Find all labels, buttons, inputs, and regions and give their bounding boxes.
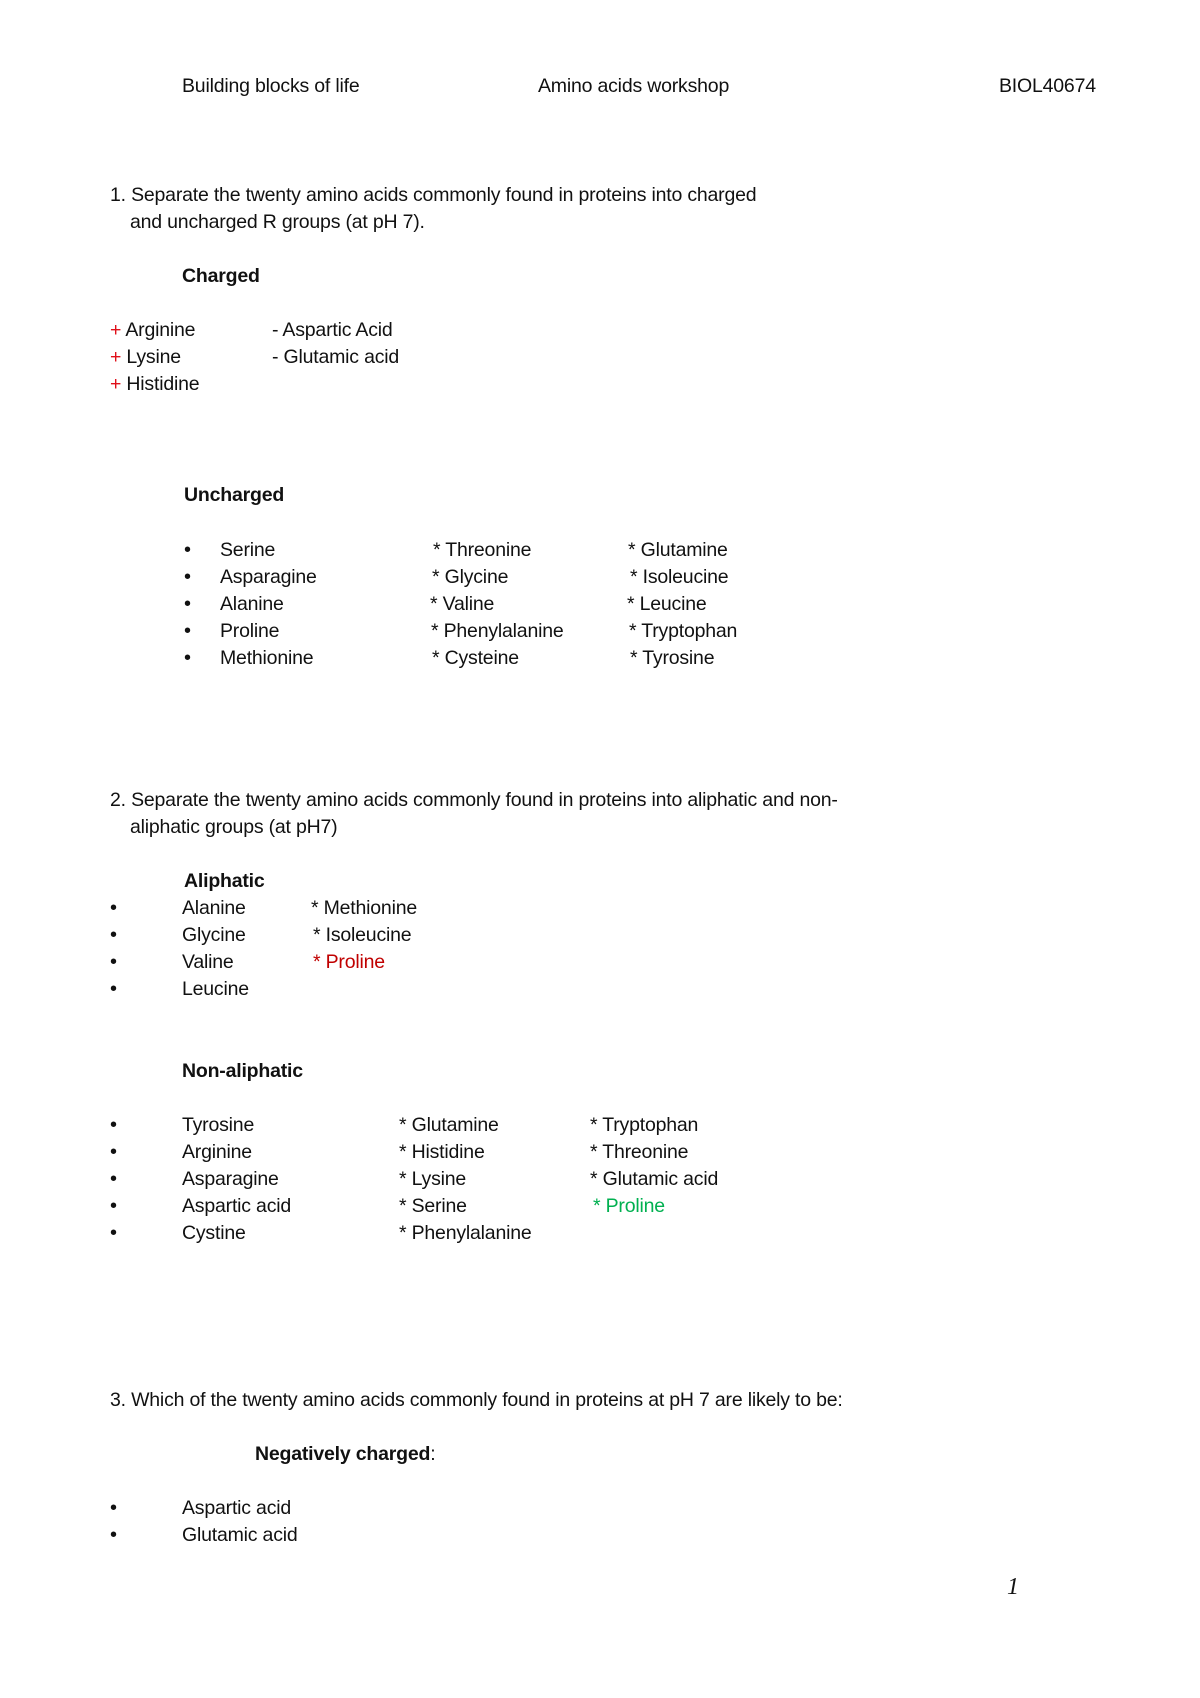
q1-prompt-line1: 1. Separate the twenty amino acids commo… (110, 184, 757, 206)
list-item: Glutamic acid (182, 1524, 298, 1546)
bullet-icon: • (110, 1222, 118, 1244)
list-item: Leucine (182, 978, 249, 1000)
header-center: Amino acids workshop (538, 75, 730, 97)
plus-icon: + (110, 346, 122, 368)
list-item-highlight: * Proline (593, 1195, 665, 1217)
list-item: Valine (182, 951, 234, 973)
bullet-icon: • (110, 924, 118, 946)
list-item: Serine (220, 539, 276, 561)
page-number: 1 (1007, 1574, 1019, 1600)
plus-icon: + (110, 319, 122, 341)
list-item: Asparagine (182, 1168, 279, 1190)
header-right: BIOL40674 (999, 75, 1096, 97)
list-item: * Tyrosine (630, 647, 715, 669)
bullet-icon: • (110, 1114, 118, 1136)
list-item: * Glutamic acid (590, 1168, 719, 1190)
list-item: Methionine (220, 647, 314, 669)
bullet-icon: • (184, 539, 192, 561)
negatively-charged-heading: Negatively charged: (255, 1443, 436, 1465)
uncharged-heading: Uncharged (184, 484, 285, 506)
bullet-icon: • (184, 566, 192, 588)
list-item: * Serine (399, 1195, 467, 1217)
bullet-icon: • (184, 647, 192, 669)
q3-prompt: 3. Which of the twenty amino acids commo… (110, 1389, 843, 1411)
list-item: * Leucine (627, 593, 707, 615)
bullet-icon: • (110, 1141, 118, 1163)
list-item: Proline (220, 620, 280, 642)
list-item: * Threonine (433, 539, 532, 561)
q1-prompt-line2: and uncharged R groups (at pH 7). (130, 211, 425, 233)
list-item: * Histidine (399, 1141, 485, 1163)
q2-prompt-line1: 2. Separate the twenty amino acids commo… (110, 789, 838, 811)
list-item: * Tryptophan (629, 620, 738, 642)
list-item: + Lysine (110, 346, 181, 368)
list-item: Cystine (182, 1222, 246, 1244)
list-item: Tyrosine (182, 1114, 255, 1136)
list-item: Alanine (220, 593, 284, 615)
list-item: - Glutamic acid (272, 346, 400, 368)
plus-icon: + (110, 373, 122, 395)
list-item: * Isoleucine (630, 566, 729, 588)
list-item: * Tryptophan (590, 1114, 699, 1136)
list-item: * Glutamine (628, 539, 728, 561)
list-item: Alanine (182, 897, 246, 919)
bullet-icon: • (110, 1497, 118, 1519)
bullet-icon: • (110, 1168, 118, 1190)
list-item: * Phenylalanine (399, 1222, 532, 1244)
list-item: Arginine (182, 1141, 252, 1163)
list-item: * Phenylalanine (431, 620, 564, 642)
q2-prompt-line2: aliphatic groups (at pH7) (130, 816, 338, 838)
bullet-icon: • (184, 620, 192, 642)
list-item: Aspartic acid (182, 1497, 292, 1519)
list-item: Asparagine (220, 566, 317, 588)
bullet-icon: • (110, 978, 118, 1000)
list-item: * Lysine (399, 1168, 467, 1190)
bullet-icon: • (110, 897, 118, 919)
list-item: + Histidine (110, 373, 200, 395)
bullet-icon: • (110, 951, 118, 973)
aliphatic-heading: Aliphatic (184, 870, 265, 892)
list-item: Glycine (182, 924, 246, 946)
list-item-highlight: * Proline (313, 951, 385, 973)
bullet-icon: • (110, 1524, 118, 1546)
charged-heading: Charged (182, 265, 260, 287)
list-item: * Cysteine (432, 647, 519, 669)
list-item: * Glycine (432, 566, 509, 588)
list-item: + Arginine (110, 319, 196, 341)
list-item: - Aspartic Acid (272, 319, 393, 341)
non-aliphatic-heading: Non-aliphatic (182, 1060, 303, 1082)
list-item: * Methionine (311, 897, 418, 919)
list-item: * Threonine (590, 1141, 689, 1163)
bullet-icon: • (110, 1195, 118, 1217)
header-left: Building blocks of life (182, 75, 360, 97)
bullet-icon: • (184, 593, 192, 615)
list-item: * Glutamine (399, 1114, 499, 1136)
list-item: * Isoleucine (313, 924, 412, 946)
list-item: Aspartic acid (182, 1195, 292, 1217)
list-item: * Valine (430, 593, 495, 615)
